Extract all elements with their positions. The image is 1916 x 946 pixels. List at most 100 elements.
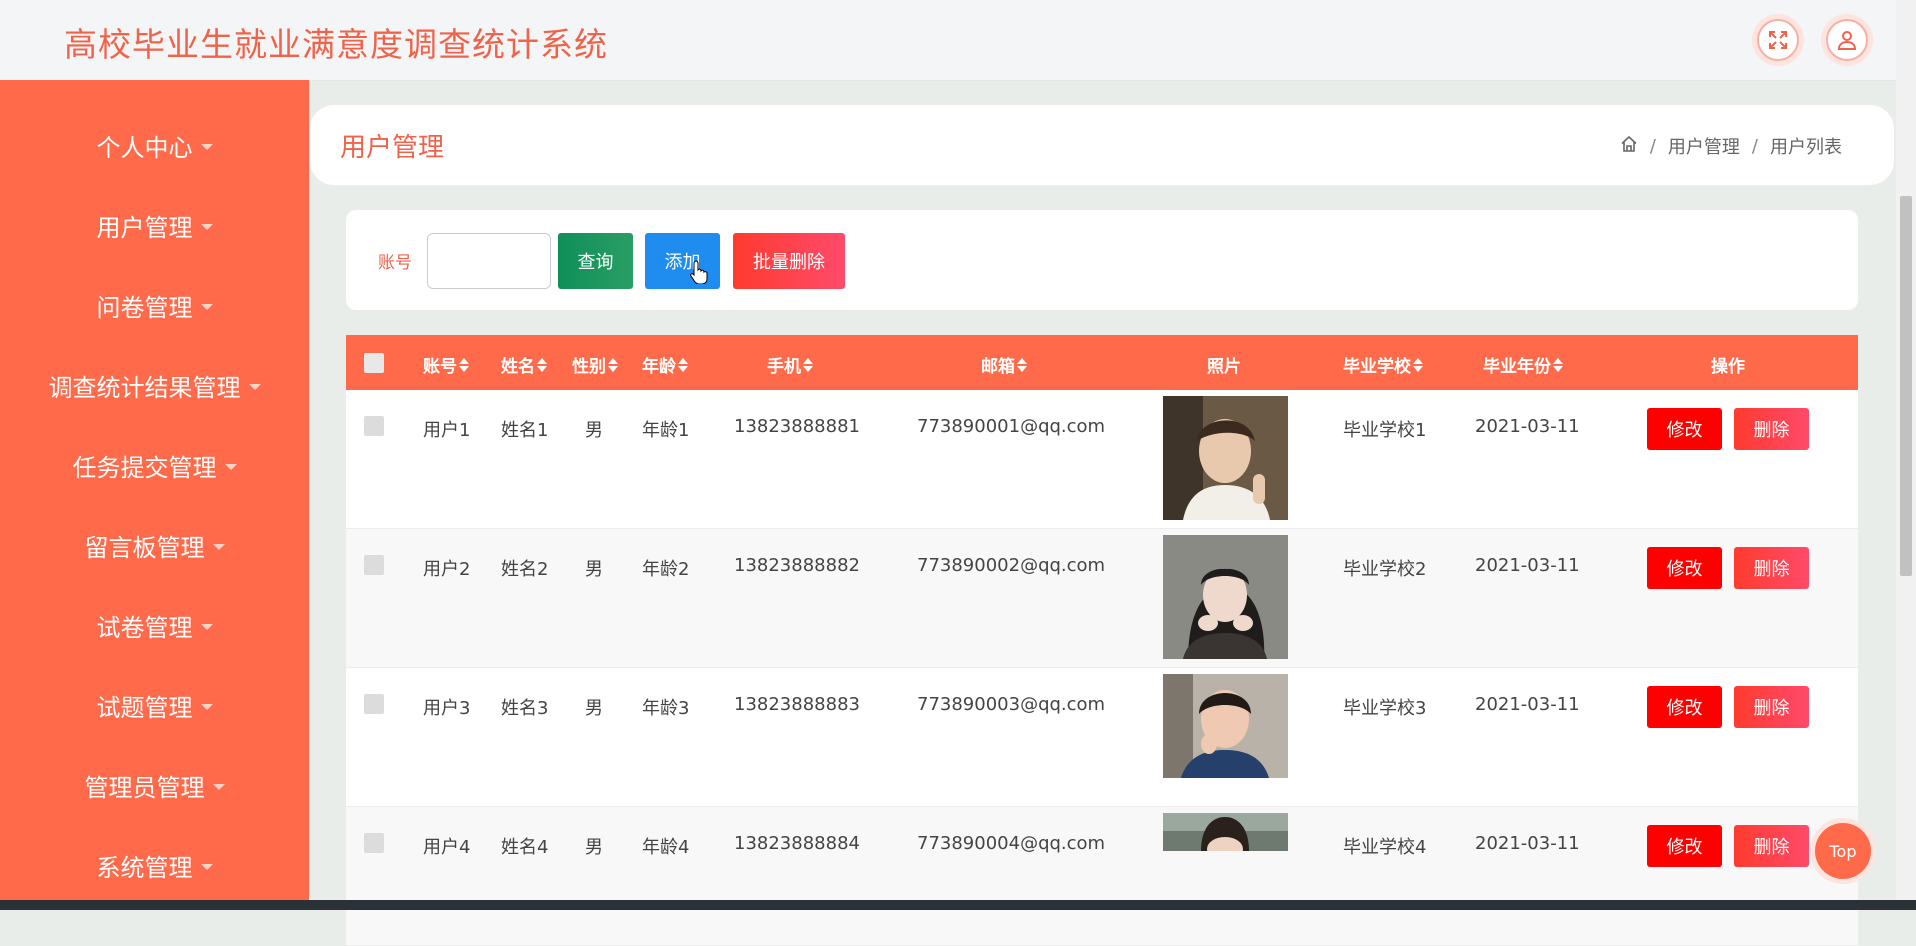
row-checkbox[interactable] — [364, 555, 384, 575]
cell-age: 年龄4 — [642, 837, 690, 858]
row-checkbox[interactable] — [364, 694, 384, 714]
home-icon[interactable] — [1620, 135, 1638, 158]
os-taskbar — [0, 900, 1916, 910]
caret-down-icon — [200, 303, 213, 310]
sort-icon — [608, 357, 618, 372]
edit-button[interactable]: 修改 — [1647, 547, 1722, 589]
cell-phone: 13823888882 — [734, 555, 860, 576]
row-checkbox[interactable] — [364, 833, 384, 853]
sidebar-item-survey-results[interactable]: 调查统计结果管理 — [0, 355, 309, 415]
table-row: 用户2 姓名2 男 年龄2 13823888882 773890002@qq.c… — [346, 529, 1858, 668]
sort-icon — [678, 357, 688, 372]
cell-account: 用户2 — [423, 559, 471, 580]
scrollbar-thumb[interactable] — [1900, 196, 1912, 576]
breadcrumb-item-user-management[interactable]: 用户管理 — [1668, 133, 1740, 159]
sidebar-item-personal-center[interactable]: 个人中心 — [0, 115, 309, 175]
cell-year: 2021-03-11 — [1475, 555, 1580, 576]
select-all-checkbox[interactable] — [364, 353, 384, 373]
fullscreen-icon[interactable] — [1757, 19, 1799, 61]
column-header-year[interactable]: 毕业年份 — [1483, 352, 1563, 377]
cell-email: 773890004@qq.com — [917, 833, 1106, 854]
edit-button[interactable]: 修改 — [1647, 825, 1722, 867]
delete-button[interactable]: 删除 — [1734, 408, 1809, 450]
top-bar: 高校毕业生就业满意度调查统计系统 — [0, 0, 1896, 81]
sidebar-item-label: 用户管理 — [96, 213, 193, 242]
cell-name: 姓名3 — [501, 698, 549, 719]
sidebar: 个人中心 用户管理 问卷管理 调查统计结果管理 任务提交管理 留言板管理 试卷管… — [0, 80, 309, 910]
cell-account: 用户4 — [423, 837, 471, 858]
table-row: 用户3 姓名3 男 年龄3 13823888883 773890003@qq.c… — [346, 668, 1858, 807]
sort-icon — [1017, 357, 1027, 372]
sidebar-item-label: 问卷管理 — [96, 293, 193, 322]
sidebar-item-questionnaire-management[interactable]: 问卷管理 — [0, 275, 309, 335]
caret-down-icon — [200, 223, 213, 230]
user-photo — [1163, 396, 1288, 520]
sidebar-item-exam-management[interactable]: 试卷管理 — [0, 595, 309, 655]
cell-age: 年龄2 — [642, 559, 690, 580]
user-photo — [1163, 674, 1288, 778]
query-button[interactable]: 查询 — [558, 233, 633, 289]
batch-delete-button[interactable]: 批量删除 — [733, 233, 845, 289]
user-photo — [1163, 535, 1288, 659]
row-checkbox[interactable] — [364, 416, 384, 436]
back-to-top-button[interactable]: Top — [1815, 823, 1871, 879]
cell-gender: 男 — [585, 837, 603, 858]
sidebar-item-label: 管理员管理 — [84, 773, 205, 802]
cell-year: 2021-03-11 — [1475, 833, 1580, 854]
delete-button[interactable]: 删除 — [1734, 686, 1809, 728]
caret-down-icon — [212, 543, 225, 550]
table-header: 账号 姓名 性别 年龄 手机 邮箱 照片 毕业学校 毕业年份 操作 — [346, 335, 1858, 390]
table-row: 用户1 姓名1 男 年龄1 13823888881 773890001@qq.c… — [346, 390, 1858, 529]
sidebar-item-task-submission[interactable]: 任务提交管理 — [0, 435, 309, 495]
cell-name: 姓名2 — [501, 559, 549, 580]
column-header-school[interactable]: 毕业学校 — [1343, 352, 1423, 377]
sort-icon — [1413, 357, 1423, 372]
sidebar-item-label: 试题管理 — [96, 693, 193, 722]
caret-down-icon — [224, 463, 237, 470]
sidebar-item-system-management[interactable]: 系统管理 — [0, 835, 309, 895]
column-header-gender[interactable]: 性别 — [572, 352, 618, 377]
caret-down-icon — [200, 623, 213, 630]
cell-email: 773890002@qq.com — [917, 555, 1106, 576]
cell-school: 毕业学校1 — [1343, 420, 1427, 441]
cell-gender: 男 — [585, 559, 603, 580]
delete-button[interactable]: 删除 — [1734, 825, 1809, 867]
edit-button[interactable]: 修改 — [1647, 686, 1722, 728]
sort-icon — [537, 357, 547, 372]
cell-year: 2021-03-11 — [1475, 416, 1580, 437]
column-header-name[interactable]: 姓名 — [501, 352, 547, 377]
caret-down-icon — [200, 143, 213, 150]
column-header-phone[interactable]: 手机 — [767, 352, 813, 377]
sidebar-item-message-board[interactable]: 留言板管理 — [0, 515, 309, 575]
cell-phone: 13823888881 — [734, 416, 860, 437]
sidebar-item-label: 调查统计结果管理 — [48, 373, 241, 402]
cell-account: 用户1 — [423, 420, 471, 441]
sidebar-item-question-management[interactable]: 试题管理 — [0, 675, 309, 735]
cell-name: 姓名1 — [501, 420, 549, 441]
cell-email: 773890001@qq.com — [917, 416, 1106, 437]
column-header-age[interactable]: 年龄 — [642, 352, 688, 377]
account-search-input[interactable] — [427, 233, 551, 289]
mouse-cursor-icon — [690, 260, 708, 288]
edit-button[interactable]: 修改 — [1647, 408, 1722, 450]
page-scrollbar[interactable] — [1896, 0, 1916, 900]
delete-button[interactable]: 删除 — [1734, 547, 1809, 589]
user-icon[interactable] — [1826, 19, 1868, 61]
user-table: 账号 姓名 性别 年龄 手机 邮箱 照片 毕业学校 毕业年份 操作 用户1 姓名… — [346, 335, 1858, 946]
cell-phone: 13823888883 — [734, 694, 860, 715]
sidebar-item-admin-management[interactable]: 管理员管理 — [0, 755, 309, 815]
breadcrumb-item-user-list: 用户列表 — [1770, 137, 1842, 158]
column-header-account[interactable]: 账号 — [423, 352, 469, 377]
search-panel: 账号 查询 添加 批量删除 — [346, 210, 1858, 310]
breadcrumb-separator: / — [1751, 135, 1758, 157]
sidebar-item-label: 留言板管理 — [84, 533, 205, 562]
caret-down-icon — [200, 703, 213, 710]
sidebar-item-label: 任务提交管理 — [72, 453, 217, 482]
sidebar-item-user-management[interactable]: 用户管理 — [0, 195, 309, 255]
column-header-email[interactable]: 邮箱 — [981, 352, 1027, 377]
sort-icon — [803, 357, 813, 372]
sort-icon — [459, 357, 469, 372]
cell-year: 2021-03-11 — [1475, 694, 1580, 715]
add-button[interactable]: 添加 — [645, 233, 720, 289]
breadcrumb: / 用户管理 / 用户列表 — [1620, 133, 1842, 159]
